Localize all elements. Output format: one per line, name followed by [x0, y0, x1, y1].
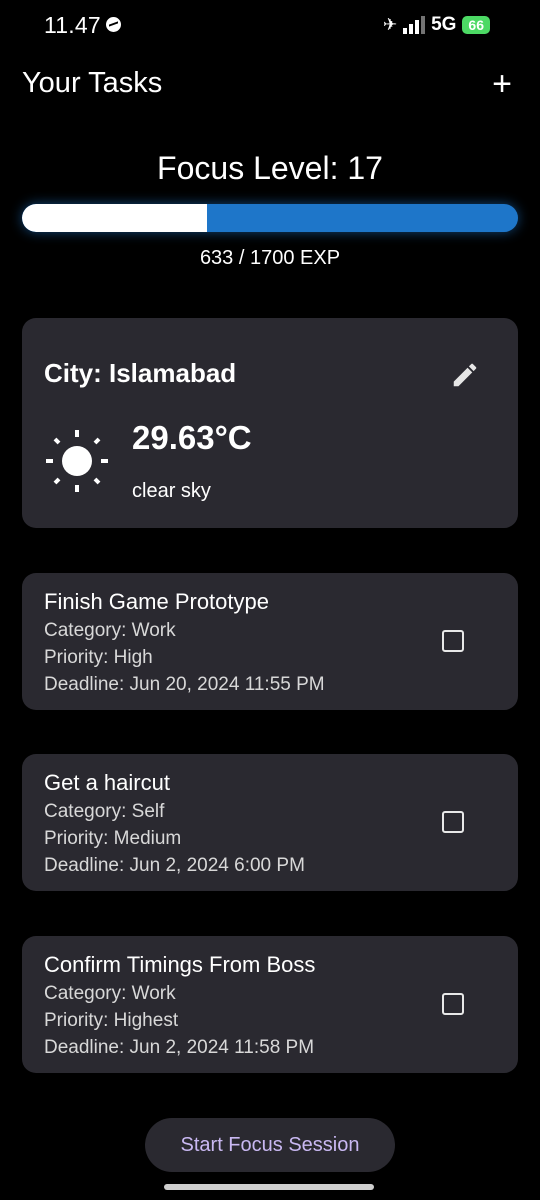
task-priority: Priority: Highest [44, 1010, 179, 1031]
edit-city-icon[interactable] [450, 360, 480, 390]
task-title: Get a haircut [44, 770, 170, 795]
task-priority: Priority: Medium [44, 828, 182, 849]
network-type: 5G [431, 14, 457, 35]
task-checkbox[interactable] [442, 993, 464, 1015]
exp-text: 633 / 1700 EXP [199, 247, 341, 269]
task-deadline: Deadline: Jun 2, 2024 11:58 PM [44, 1037, 315, 1058]
task-title: Confirm Timings From Boss [44, 952, 316, 977]
focus-level-title: Focus Level: 17 [157, 150, 383, 186]
signal-icon [403, 16, 426, 34]
add-task-button[interactable]: + [486, 66, 518, 102]
weather-description: clear sky [132, 480, 211, 502]
task-category: Category: Self [44, 801, 165, 822]
task-priority: Priority: High [44, 647, 153, 668]
task-deadline: Deadline: Jun 2, 2024 6:00 PM [44, 855, 305, 876]
battery-indicator: 66 [462, 16, 490, 34]
home-indicator[interactable] [164, 1184, 374, 1190]
status-time: 11.47 [44, 12, 101, 38]
weather-city: City: Islamabad [44, 358, 237, 388]
task-category: Category: Work [44, 620, 176, 641]
messenger-icon [106, 17, 121, 32]
task-card[interactable]: Get a haircut Category: Self Priority: M… [22, 754, 518, 891]
status-bar: 11.47 ✈ 5G 66 [0, 0, 540, 52]
sun-icon [44, 428, 110, 494]
page-title: Your Tasks [22, 67, 163, 99]
task-checkbox[interactable] [442, 811, 464, 833]
start-focus-session-button[interactable]: Start Focus Session [145, 1118, 395, 1172]
task-title: Finish Game Prototype [44, 589, 269, 614]
weather-card: City: Islamabad 29.63°C clear sky [22, 318, 518, 528]
task-deadline: Deadline: Jun 20, 2024 11:55 PM [44, 674, 325, 695]
status-indicators: ✈ 5G 66 [383, 14, 490, 36]
exp-progress-bar [22, 204, 518, 232]
task-card[interactable]: Confirm Timings From Boss Category: Work… [22, 936, 518, 1073]
task-category: Category: Work [44, 983, 176, 1004]
task-checkbox[interactable] [442, 630, 464, 652]
weather-temperature: 29.63°C [132, 419, 252, 456]
task-card[interactable]: Finish Game Prototype Category: Work Pri… [22, 573, 518, 710]
exp-progress-fill [22, 204, 207, 232]
no-signal-icon: ✈ [382, 15, 398, 34]
